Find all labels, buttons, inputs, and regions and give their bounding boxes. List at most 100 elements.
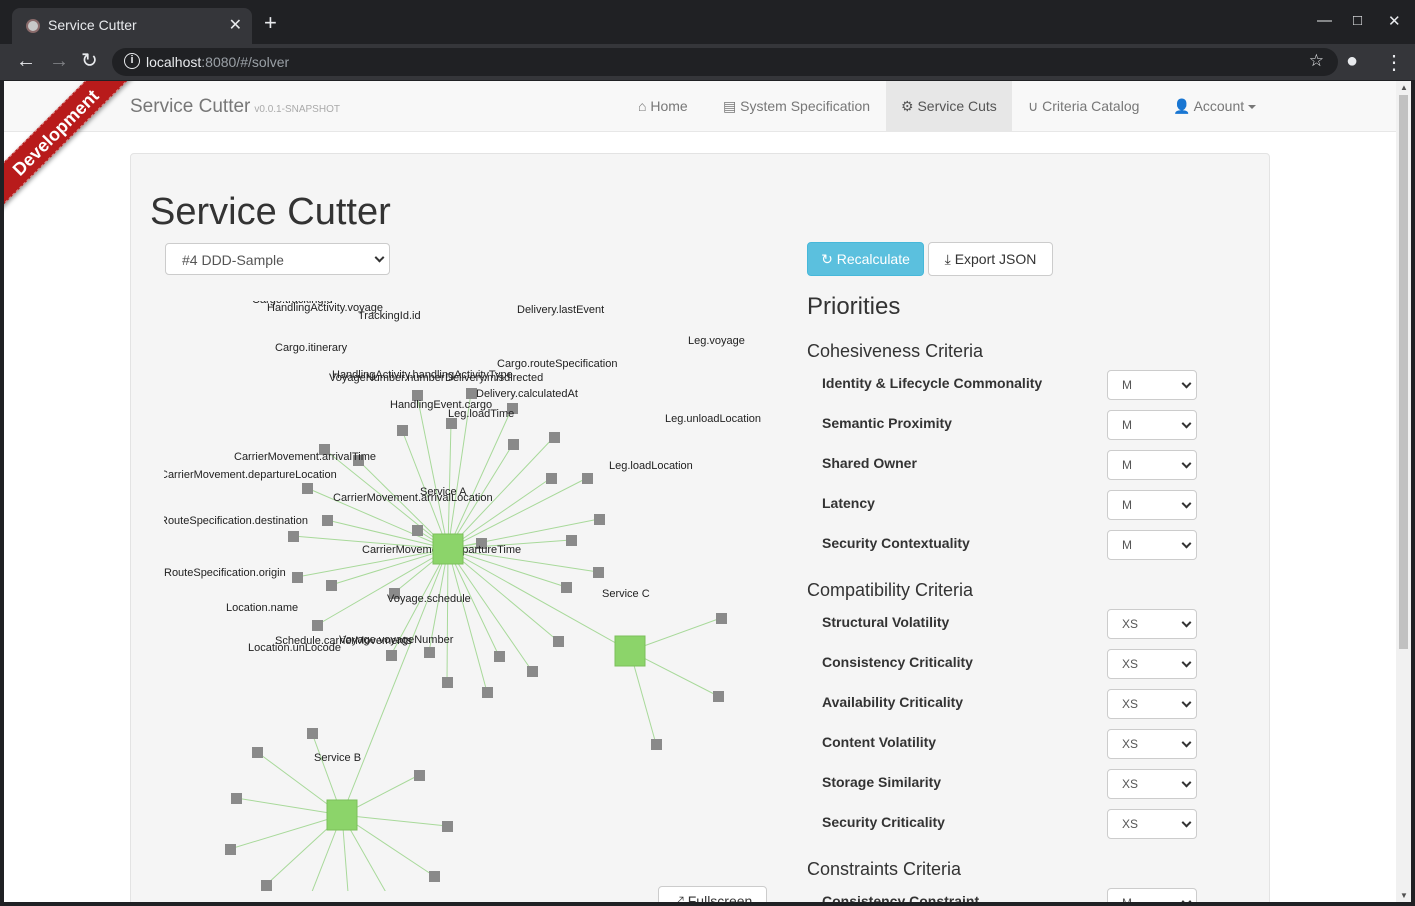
field-node[interactable] <box>386 650 397 661</box>
field-node-label: Delivery.misdirected <box>445 372 543 384</box>
cohesiveness-title: Cohesiveness Criteria <box>807 341 984 361</box>
field-node[interactable] <box>326 580 337 591</box>
field-node[interactable] <box>508 439 519 450</box>
scrollbar-thumb[interactable] <box>1399 95 1408 649</box>
field-node[interactable] <box>593 567 604 578</box>
priority-select[interactable]: XS <box>1107 809 1197 839</box>
field-node[interactable] <box>225 844 236 855</box>
field-node[interactable] <box>716 613 727 624</box>
field-node-label: Delivery.lastEvent <box>517 304 604 316</box>
field-node[interactable] <box>713 691 724 702</box>
priority-select[interactable]: M <box>1107 490 1197 520</box>
graph-edge <box>446 548 449 683</box>
back-icon[interactable]: ← <box>16 50 36 72</box>
field-node[interactable] <box>546 473 557 484</box>
priority-select[interactable]: XS <box>1107 769 1197 799</box>
field-node-label: Location.unLocode <box>248 642 341 654</box>
close-tab-icon[interactable]: ✕ <box>229 15 242 35</box>
field-node[interactable] <box>312 620 323 631</box>
bookmark-star-icon[interactable]: ☆ <box>1309 51 1324 71</box>
nav-service-cuts[interactable]: ⚙ Service Cuts <box>886 81 1012 132</box>
chevron-down-icon <box>1181 538 1192 549</box>
field-node[interactable] <box>482 687 493 698</box>
field-node[interactable] <box>307 728 318 739</box>
constraints-title: Constraints Criteria <box>807 859 962 879</box>
field-node[interactable] <box>566 535 577 546</box>
nav-home[interactable]: ⌂ Home <box>623 81 703 132</box>
priority-select[interactable]: M <box>1107 530 1197 560</box>
browser-toolbar: ← → ↻ i localhost:8080/#/solver ☆ ● ⋮ <box>0 44 1415 80</box>
maximize-icon[interactable]: □ <box>1353 12 1362 29</box>
field-node[interactable] <box>414 770 425 781</box>
field-node[interactable] <box>494 651 505 662</box>
field-node[interactable] <box>651 739 662 750</box>
service-node[interactable] <box>326 799 358 831</box>
nav-criteria-catalog[interactable]: ∪ Criteria Catalog <box>1013 81 1154 132</box>
field-node[interactable] <box>582 473 593 484</box>
criterion-label: Availability Criticality <box>822 694 964 710</box>
priority-select[interactable]: M <box>1107 370 1197 400</box>
menu-icon[interactable]: ⋮ <box>1384 50 1404 75</box>
recalculate-button[interactable]: ↻ Recalculate <box>807 242 924 276</box>
priority-select[interactable]: XS <box>1107 609 1197 639</box>
new-tab-icon[interactable]: + <box>264 12 277 34</box>
field-node[interactable] <box>302 483 313 494</box>
field-node-label: Leg.loadLocation <box>609 460 693 472</box>
field-node[interactable] <box>553 636 564 647</box>
top-navbar: Service Cutter v0.0.1-SNAPSHOT ⌂ Home ▤ S… <box>4 81 1396 132</box>
field-node[interactable] <box>549 432 560 443</box>
criterion-label: Shared Owner <box>822 455 917 471</box>
fullscreen-button[interactable]: ⤢ Fullscreen <box>658 886 767 902</box>
forward-icon[interactable]: → <box>49 50 69 72</box>
service-node-label: Service C <box>602 588 650 600</box>
field-node[interactable] <box>594 514 605 525</box>
priority-select[interactable]: M <box>1107 888 1197 902</box>
brand-name: Service Cutter <box>130 96 251 117</box>
info-icon[interactable]: i <box>124 53 140 69</box>
page-scrollbar[interactable]: ▲ ▼ <box>1396 81 1411 902</box>
graph-nodes[interactable]: Delivery.transportStatusDelivery.etaHand… <box>164 301 761 891</box>
field-node[interactable] <box>231 793 242 804</box>
field-node[interactable] <box>252 747 263 758</box>
field-node[interactable] <box>424 647 435 658</box>
chevron-down-icon <box>1181 378 1192 389</box>
field-node[interactable] <box>397 425 408 436</box>
chevron-down-icon <box>1181 617 1192 628</box>
field-node[interactable] <box>442 821 453 832</box>
nav-account[interactable]: 👤 Account <box>1158 81 1271 132</box>
priority-select[interactable]: M <box>1107 410 1197 440</box>
close-window-icon[interactable]: ✕ <box>1388 12 1401 30</box>
field-node-label: CarrierMovement.arrivalTime <box>234 451 376 463</box>
priority-select[interactable]: XS <box>1107 729 1197 759</box>
nav-cuts-label: Service Cuts <box>917 98 997 114</box>
field-node[interactable] <box>429 871 440 882</box>
scroll-down-icon[interactable]: ▼ <box>1400 891 1408 900</box>
field-node[interactable] <box>322 515 333 526</box>
nav-system-specification[interactable]: ▤ System Specification <box>708 81 885 132</box>
field-node[interactable] <box>288 531 299 542</box>
field-node[interactable] <box>527 666 538 677</box>
service-node[interactable] <box>432 533 464 565</box>
brand[interactable]: Service Cutter v0.0.1-SNAPSHOT <box>130 96 340 118</box>
scroll-up-icon[interactable]: ▲ <box>1400 83 1408 92</box>
criterion-label: Security Criticality <box>822 814 945 830</box>
field-node[interactable] <box>261 880 272 891</box>
browser-tab[interactable]: Service Cutter ✕ <box>12 8 252 44</box>
field-node[interactable] <box>561 582 572 593</box>
service-node[interactable] <box>614 635 646 667</box>
minimize-icon[interactable]: — <box>1317 12 1332 29</box>
profile-icon[interactable]: ● <box>1346 50 1358 73</box>
field-node[interactable] <box>292 572 303 583</box>
address-bar[interactable]: i localhost:8080/#/solver ☆ <box>112 48 1338 76</box>
chevron-down-icon <box>1181 896 1192 902</box>
service-graph[interactable]: Delivery.transportStatusDelivery.etaHand… <box>164 301 784 891</box>
system-select[interactable]: #4 DDD-Sample <box>165 243 390 275</box>
priority-select[interactable]: M <box>1107 450 1197 480</box>
page-viewport: Service Cutter v0.0.1-SNAPSHOT ⌂ Home ▤ S… <box>4 81 1396 902</box>
reload-icon[interactable]: ↻ <box>81 50 98 72</box>
export-json-button[interactable]: ⤓ Export JSON <box>928 242 1053 276</box>
priority-select[interactable]: XS <box>1107 689 1197 719</box>
priority-select[interactable]: XS <box>1107 649 1197 679</box>
field-node[interactable] <box>412 525 423 536</box>
field-node[interactable] <box>442 677 453 688</box>
